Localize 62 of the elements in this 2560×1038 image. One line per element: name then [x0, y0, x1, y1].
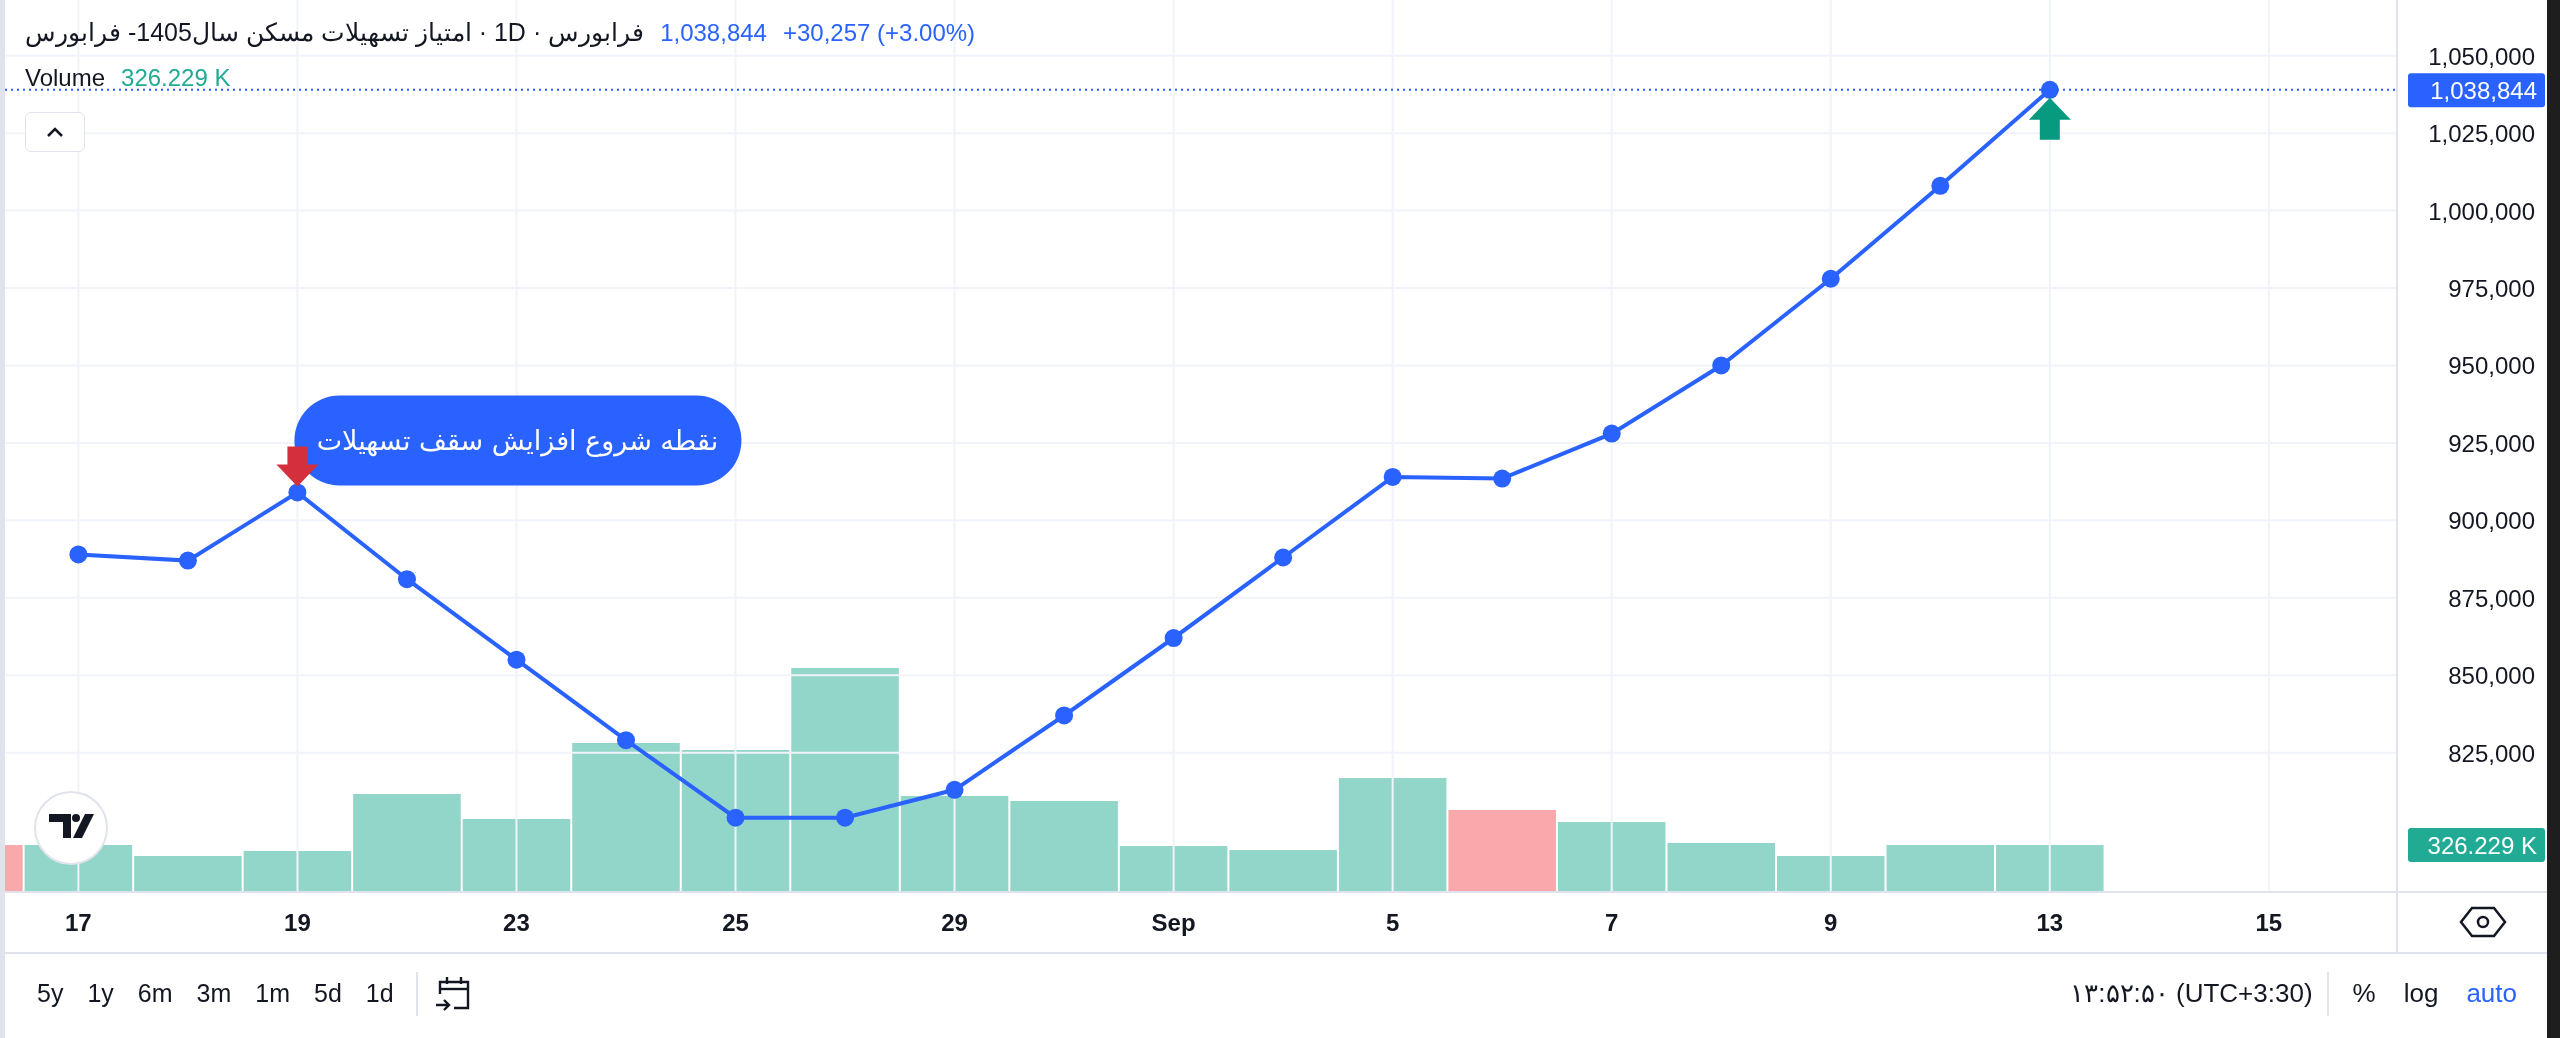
settings-icon[interactable] [2459, 906, 2507, 938]
range-button[interactable]: 1m [247, 970, 298, 1017]
data-point [507, 650, 526, 669]
data-point [1821, 269, 1840, 288]
price-tick: 975,000 [2448, 275, 2535, 303]
data-point [1055, 706, 1074, 725]
last-price: 1,038,844 [660, 17, 767, 48]
data-point [2040, 80, 2059, 99]
time-tick: Sep [1151, 909, 1196, 936]
data-point [617, 731, 635, 750]
price-tick: 1,025,000 [2428, 120, 2535, 148]
scale-option[interactable]: log [2393, 970, 2449, 1017]
data-point [69, 545, 88, 564]
range-button[interactable]: 1d [357, 970, 402, 1017]
scale-option[interactable]: auto [2456, 970, 2527, 1017]
time-tick: 15 [2255, 909, 2283, 936]
price-tick: 875,000 [2448, 584, 2535, 612]
volume-value: 326.229 K [121, 62, 231, 93]
price-tick: 925,000 [2448, 429, 2535, 457]
price-tick: 950,000 [2448, 352, 2535, 380]
time-tick: 7 [1605, 909, 1619, 936]
data-point [1712, 356, 1731, 375]
timezone-clock[interactable]: ۱۳:۵۲:۵۰ (UTC+3:30) [2070, 974, 2313, 1013]
time-tick: 5 [1386, 909, 1400, 936]
data-point [178, 551, 197, 570]
data-point [1602, 424, 1621, 443]
time-tick: 25 [722, 909, 749, 936]
data-point [836, 808, 855, 827]
volume-value-label: 326.229 K [2408, 828, 2545, 862]
scale-option[interactable]: % [2342, 970, 2386, 1017]
data-point [1274, 548, 1293, 567]
range-button[interactable]: 1y [79, 970, 122, 1017]
price-tick: 1,000,000 [2428, 197, 2535, 225]
data-point [1164, 629, 1183, 648]
logo-icon[interactable] [34, 791, 108, 865]
range-button[interactable]: 5y [29, 970, 72, 1017]
price-tick: 1,050,000 [2428, 42, 2535, 70]
data-point [726, 808, 745, 827]
data-point [1383, 467, 1402, 486]
price-change: +30,257 (+3.00%) [782, 17, 976, 48]
time-tick: 17 [65, 909, 92, 936]
time-tick: 13 [2036, 909, 2064, 936]
data-point [1493, 469, 1512, 488]
data-point [945, 780, 964, 799]
time-tick: 29 [941, 909, 968, 936]
annotation-callout: نقطه شروع افزایش سقف تسهیلات [294, 395, 742, 486]
last-price-label: 1,038,844 [2408, 73, 2545, 108]
data-point [288, 483, 307, 502]
price-tick: 850,000 [2448, 662, 2535, 690]
time-tick: 19 [284, 909, 311, 936]
range-button[interactable]: 5d [306, 970, 350, 1017]
data-point [1931, 176, 1950, 195]
volume-label: Volume [25, 62, 106, 93]
range-button[interactable]: 6m [129, 970, 181, 1017]
data-point [397, 570, 416, 589]
range-button[interactable]: 3m [188, 970, 240, 1017]
price-tick: 900,000 [2448, 507, 2535, 535]
time-tick: 9 [1824, 909, 1838, 936]
chart-title: فرابورس · 1D · امتیاز تسهیلات مسکن سال1405- فرابورس [25, 17, 645, 49]
price-tick: 825,000 [2448, 739, 2535, 767]
time-tick: 23 [503, 909, 530, 936]
annotation: نقطه شروع افزایش سقف تسهیلات [316, 425, 719, 458]
